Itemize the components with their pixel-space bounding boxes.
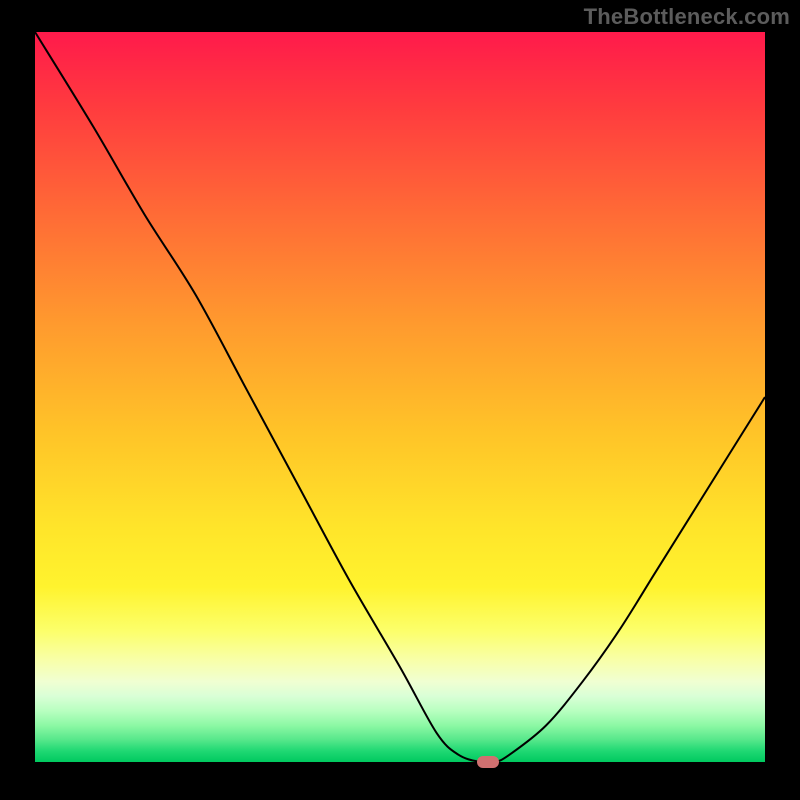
- attribution-text: TheBottleneck.com: [584, 4, 790, 30]
- plot-area: [35, 32, 765, 762]
- chart-frame: TheBottleneck.com: [0, 0, 800, 800]
- bottleneck-curve: [35, 32, 765, 762]
- curve-path: [35, 32, 765, 762]
- optimal-point-marker: [477, 756, 499, 768]
